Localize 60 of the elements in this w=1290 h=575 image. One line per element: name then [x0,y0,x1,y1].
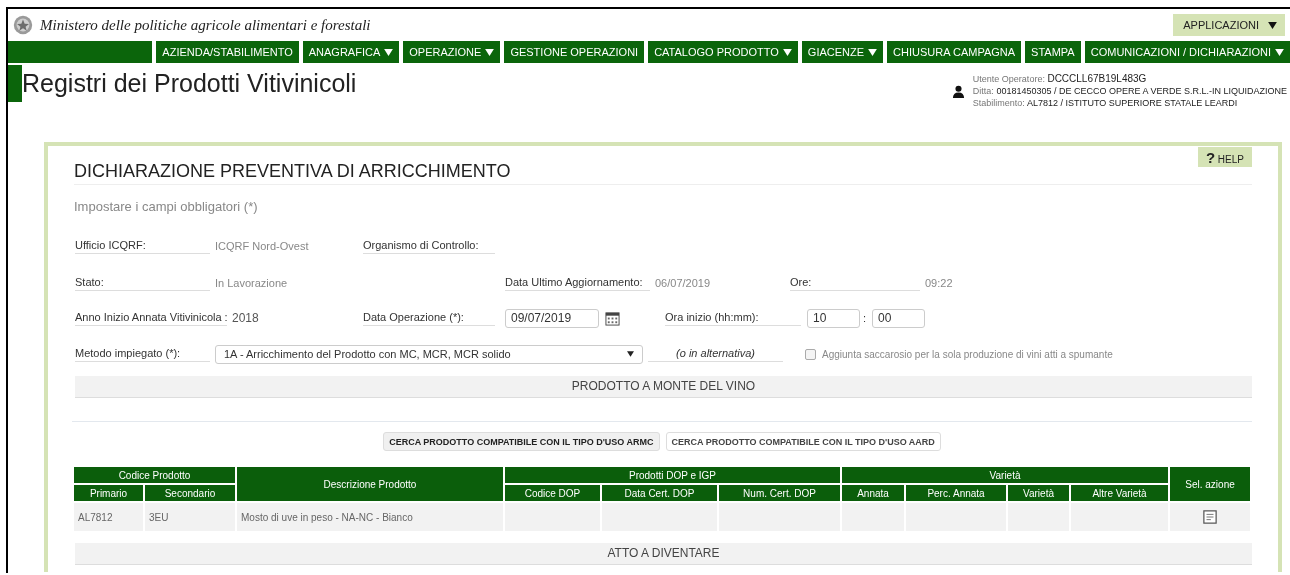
field-label: Data Ultimo Aggiornamento: [505,275,650,291]
alternative-note: (o in alternativa) [648,346,783,362]
establishment-value: AL7812 / ISTITUTO SUPERIORE STATALE LEARDI [1026,98,1238,108]
section-header: PRODOTTO A MONTE DEL VINO [75,376,1252,398]
required-fields-hint: Impostare i campi obbligatori (*) [74,199,259,214]
method-dropdown[interactable]: 1A - Arricchimento del Prodotto con MC, MCR, MCR solido [215,344,643,364]
table-cell: Mosto di uve in peso - NA-NC - Bianco [241,511,413,523]
nav-menu-item[interactable]: STAMPA [1025,41,1081,63]
operator-label: Utente Operatore: [972,74,1045,84]
caret-icon [627,351,634,357]
column-header: Varietà [841,466,1170,484]
field-value: 09:22 [924,277,953,289]
section-header: ATTO A DIVENTARE [75,543,1252,565]
operator-value: DCCCLL67B19L483G [1047,73,1147,84]
column-header: Codice Prodotto [73,466,236,484]
field-label: Organismo di Controllo: [363,238,495,254]
time-separator: : [863,312,867,324]
field-value: 06/07/2019 [654,277,712,289]
date-input[interactable]: 09/07/2019 [505,308,599,328]
sucrose-checkbox[interactable]: Aggiunta saccarosio per la sola produzione di vini atti a spumante [805,348,1113,360]
user-icon [951,84,965,98]
app-title: Registri dei Prodotti Vitivinicoli [22,69,358,99]
establishment-label: Stabilimento: [972,98,1025,108]
field-label: Ufficio ICQRF: [75,238,210,254]
column-header: Descrizione Prodotto [236,466,504,502]
nav-menu-item[interactable]: GESTIONE OPERAZIONI [504,41,645,63]
nav-menu-item[interactable]: OPERAZIONE [403,41,501,63]
applications-menu-button[interactable]: APPLICAZIONI [1173,14,1285,36]
field-label: Stato: [75,275,210,291]
table-cell: AL7812 [78,511,113,523]
accent-bar [8,65,22,102]
field-label: Ora inizio (hh:mm): [665,310,801,326]
nav-menu-item[interactable]: GIACENZE [801,41,884,63]
help-button[interactable]: ? HELP [1197,147,1252,167]
ministry-title: Ministero delle politiche agricole alimentari e forestali [40,16,372,34]
nav-menu-item[interactable]: CATALOGO PRODOTTO [648,41,798,63]
search-product-button[interactable]: CERCA PRODOTTO COMPATIBILE CON IL TIPO D'USO ARMC [383,432,660,451]
column-header: Sel. azione [1169,466,1251,502]
search-product-button[interactable]: CERCA PRODOTTO COMPATIBILE CON IL TIPO D'USO AARD [665,432,941,451]
column-header: Prodotti DOP e IGP [504,466,842,484]
field-label: Anno Inizio Annata Vitivinicola : [75,310,227,326]
company-value: 00181450305 / DE CECCO OPERE A VERDE S.R.L.-IN LIQUIDAZIONE [996,86,1287,96]
field-label: Data Operazione (*): [363,310,495,326]
field-label: Ore: [790,275,920,291]
field-value: ICQRF Nord-Ovest [214,240,310,252]
minutes-input[interactable]: 00 [872,308,926,328]
field-value: 2018 [231,311,260,325]
company-label: Ditta: [972,86,994,96]
document-icon[interactable] [1203,510,1217,524]
calendar-icon[interactable] [605,310,620,326]
nav-menu-item[interactable]: ANAGRAFICA [302,41,400,63]
field-value: In Lavorazione [214,277,289,289]
nav-menu-item[interactable]: AZIENDA/STABILIMENTO [156,41,299,63]
table-cell: 3EU [149,511,169,523]
nav-menu-item[interactable]: CHIUSURA CAMPAGNA [887,41,1022,63]
nav-menu-item[interactable]: COMUNICAZIONI / DICHIARAZIONI [1084,41,1290,63]
form-title: DICHIARAZIONE PREVENTIVA DI ARRICCHIMENTO [74,161,511,183]
field-label: Metodo impiegato (*): [75,346,210,362]
hours-input[interactable]: 10 [807,308,860,328]
emblem-icon [12,14,34,36]
